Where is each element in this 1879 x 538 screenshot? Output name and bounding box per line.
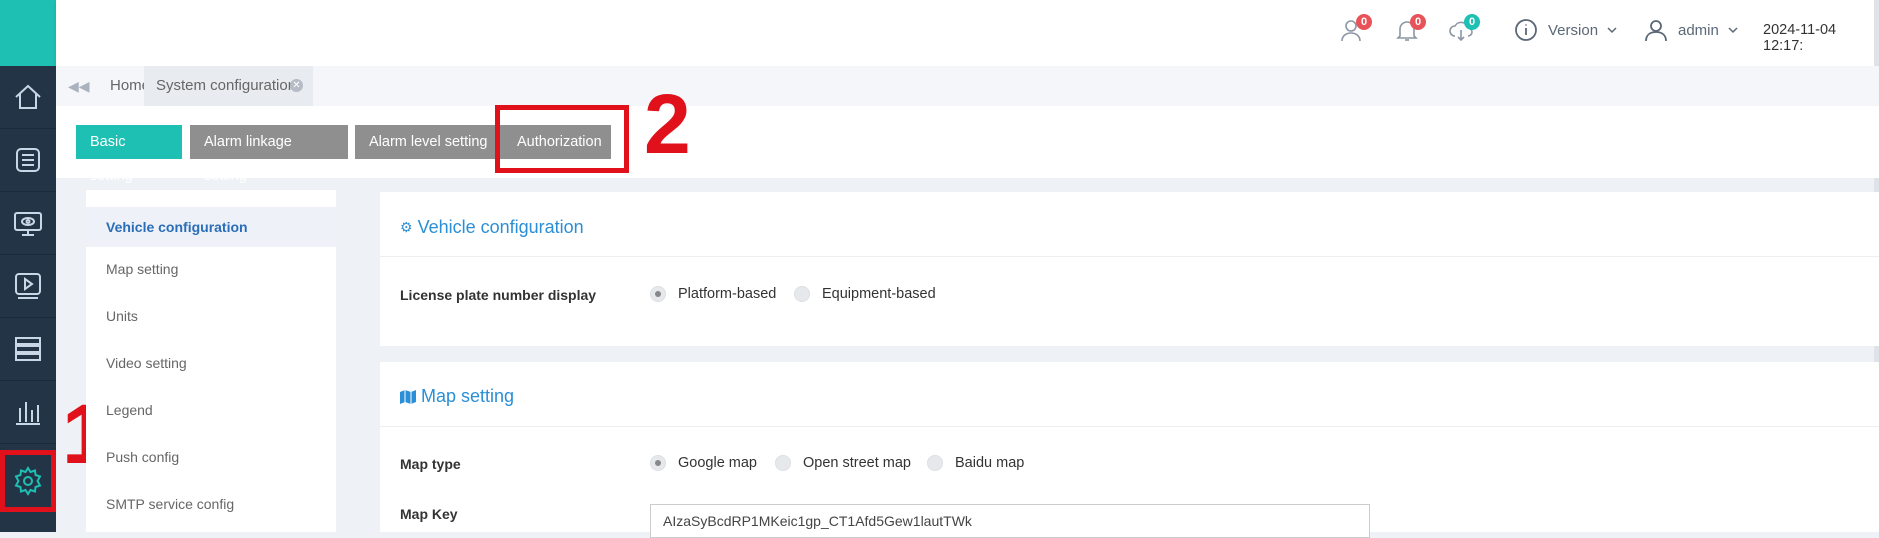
sidebar-item-settings[interactable]: [0, 450, 56, 512]
version-label: Version: [1548, 21, 1599, 39]
logo: [0, 0, 56, 66]
vehicle-panel-title: Vehicle configuration: [417, 217, 584, 237]
bell-badge: 0: [1410, 14, 1426, 30]
radio-open-street-map[interactable]: Open street map: [775, 455, 911, 471]
user-alarm-badge: 0: [1356, 14, 1372, 30]
radio-dot: [650, 455, 666, 471]
breadcrumb-current-tab[interactable]: System configuration ✕: [144, 66, 313, 106]
user-alarm-button[interactable]: 0: [1340, 14, 1372, 47]
radio-label: Equipment-based: [822, 286, 936, 302]
sidebar-item-reports[interactable]: [0, 381, 56, 444]
bar-chart-icon: [16, 402, 40, 425]
chevron-down-icon: [1607, 27, 1617, 34]
version-dropdown[interactable]: Version: [1514, 18, 1618, 42]
map-panel-title-wrap: Map setting: [400, 386, 514, 407]
sidebar-item-monitor[interactable]: [0, 192, 56, 255]
notification-button[interactable]: 0: [1394, 14, 1426, 47]
gear-small-icon: ⚙: [400, 219, 413, 235]
top-header: 0 0 0 Version admin 2024-11-04 12:17:: [56, 0, 1879, 66]
vehicle-panel-title-wrap: ⚙ Vehicle configuration: [400, 217, 584, 238]
datetime: 2024-11-04 12:17:: [1763, 22, 1837, 54]
tab-alarm-linkage[interactable]: Alarm linkage setting: [190, 125, 348, 184]
chevron-down-icon: [1728, 27, 1738, 34]
info-icon: [1515, 19, 1537, 41]
map-type-label: Map type: [400, 456, 461, 472]
user-name: admin: [1678, 21, 1719, 39]
annotation-number-2: 2: [644, 77, 691, 171]
sidebar: [0, 0, 56, 532]
gear-icon: [14, 466, 42, 496]
radio-label: Baidu map: [955, 455, 1025, 471]
plate-display-label: License plate number display: [400, 287, 597, 303]
menu-item-legend[interactable]: Legend: [86, 390, 336, 430]
map-key-label: Map Key: [400, 506, 458, 522]
server-icon: [15, 337, 41, 361]
monitor-eye-icon: [14, 212, 42, 236]
home-icon: [15, 84, 41, 109]
sidebar-item-playback[interactable]: [0, 255, 56, 318]
user-icon: [1645, 20, 1667, 42]
panel-header: ⚙ Vehicle configuration: [380, 192, 1879, 257]
radio-label: Platform-based: [678, 286, 777, 302]
collapse-tabs-icon[interactable]: ◀◀: [68, 66, 90, 106]
list-icon: [16, 148, 40, 172]
sidebar-item-home[interactable]: [0, 66, 56, 129]
map-setting-panel: Map setting Map type Google map Open str…: [380, 362, 1879, 538]
menu-item-smtp-config[interactable]: SMTP service config: [86, 484, 336, 524]
radio-dot: [927, 455, 943, 471]
breadcrumb: ◀◀ Home System configuration ✕: [56, 66, 1879, 107]
map-key-input[interactable]: AIzaSyBcdRP1MKeic1gp_CT1Afd5Gew1lautTWk: [650, 504, 1370, 538]
radio-equipment-based[interactable]: Equipment-based: [794, 286, 936, 302]
radio-baidu-map[interactable]: Baidu map: [927, 455, 1024, 471]
vehicle-configuration-panel: ⚙ Vehicle configuration License plate nu…: [380, 192, 1879, 346]
annotation-box-2: [495, 105, 629, 173]
radio-dot: [794, 286, 810, 302]
tab-alarm-level[interactable]: Alarm level setting: [355, 125, 505, 159]
radio-google-map[interactable]: Google map: [650, 455, 757, 471]
cloud-badge: 0: [1464, 14, 1480, 30]
radio-label: Google map: [678, 455, 757, 471]
sidebar-item-list[interactable]: [0, 129, 56, 192]
config-left-menu: Vehicle configuration Map setting Units …: [86, 190, 336, 532]
panel-header: Map setting: [380, 362, 1879, 427]
sidebar-item-server[interactable]: [0, 318, 56, 381]
menu-item-units[interactable]: Units: [86, 296, 336, 336]
radio-label: Open street map: [803, 455, 911, 471]
playback-icon: [15, 273, 41, 299]
close-tab-icon[interactable]: ✕: [290, 79, 303, 92]
tab-basic-setting[interactable]: Basic setting: [76, 125, 182, 184]
radio-dot: [775, 455, 791, 471]
menu-item-push-config[interactable]: Push config: [86, 437, 336, 477]
radio-dot: [650, 286, 666, 302]
menu-item-vehicle-configuration[interactable]: Vehicle configuration: [86, 207, 336, 247]
map-panel-title: Map setting: [421, 386, 515, 406]
breadcrumb-current: System configuration: [156, 77, 297, 94]
settings-tabs: Basic setting Alarm linkage setting Alar…: [56, 77, 1879, 184]
menu-item-map-setting[interactable]: Map setting: [86, 249, 336, 289]
user-menu[interactable]: admin: [1644, 18, 1739, 42]
radio-platform-based[interactable]: Platform-based: [650, 286, 776, 302]
menu-item-video-setting[interactable]: Video setting: [86, 343, 336, 383]
map-icon: [400, 389, 416, 404]
cloud-download-button[interactable]: 0: [1448, 14, 1480, 47]
